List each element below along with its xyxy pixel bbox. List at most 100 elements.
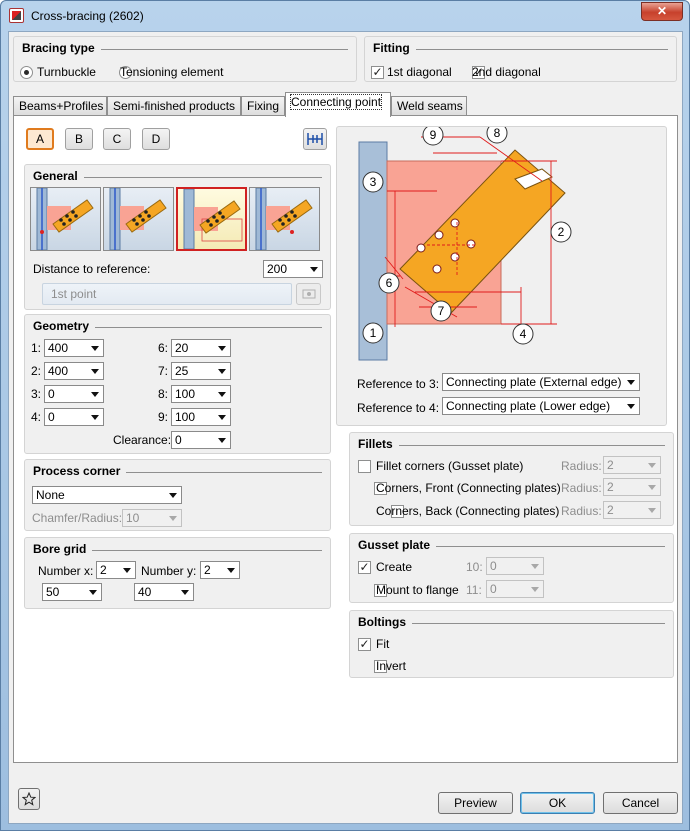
pick-point-button <box>296 283 321 305</box>
gusset-plate-group: Gusset plate ✓ Create 10: 0 Mount to fla… <box>349 533 674 603</box>
field-10-label: 10: <box>466 560 483 574</box>
preview-button[interactable]: Preview <box>438 792 513 814</box>
geometry-8-label: 8: <box>158 387 169 401</box>
first-point-field: 1st point <box>42 283 292 305</box>
thumbnail-variant-1[interactable] <box>30 187 101 251</box>
geometry-2-label: 2: <box>31 364 42 378</box>
general-title: General <box>33 169 78 183</box>
number-x-combo[interactable]: 2 <box>96 561 136 579</box>
geometry-9-combo[interactable]: 100 <box>171 408 231 426</box>
clearance-label: Clearance: <box>113 433 172 447</box>
geometry-6-combo[interactable]: 20 <box>171 339 231 357</box>
tab-fixing[interactable]: Fixing <box>241 96 285 116</box>
favorites-button[interactable] <box>18 788 40 810</box>
callout-1: 1 <box>370 326 377 340</box>
bracing-type-title: Bracing type <box>22 41 95 55</box>
first-diagonal-checkbox[interactable]: ✓ <box>371 66 384 80</box>
connecting-point-panel: A B C D General Distance to reference: 2… <box>13 115 678 763</box>
corners-back-radius-combo: 2 <box>603 501 661 519</box>
close-button[interactable]: ✕ <box>641 2 683 21</box>
corners-back-radius-label: Radius: <box>561 504 602 518</box>
gusset-create-label[interactable]: Create <box>376 560 412 574</box>
distance-reference-combo[interactable]: 200 <box>263 260 323 278</box>
window-title: Cross-bracing (2602) <box>31 9 144 23</box>
geometry-3-combo[interactable]: 0 <box>44 385 104 403</box>
thumbnail-variant-2[interactable] <box>103 187 174 251</box>
connection-preview-icon <box>36 187 94 251</box>
gusset-create-checkbox[interactable]: ✓ <box>358 561 371 575</box>
number-y-label: Number y: <box>141 564 197 578</box>
field-11-combo: 0 <box>486 580 544 598</box>
process-corner-combo[interactable]: None <box>32 486 182 504</box>
mount-flange-label[interactable]: Mount to flange <box>376 583 459 597</box>
thumbnail-variant-3[interactable] <box>176 187 247 251</box>
spacing-y-combo[interactable]: 40 <box>134 583 194 601</box>
reference-3-label: Reference to 3: <box>357 377 440 391</box>
geometry-4-label: 4: <box>31 410 42 424</box>
geometry-9-label: 9: <box>158 410 169 424</box>
process-corner-title: Process corner <box>33 464 121 478</box>
spacing-x-combo[interactable]: 50 <box>42 583 102 601</box>
fillet-corners-checkbox[interactable] <box>358 460 371 474</box>
geometry-8-combo[interactable]: 100 <box>171 385 231 403</box>
geometry-4-combo[interactable]: 0 <box>44 408 104 426</box>
reference-3-combo[interactable]: Connecting plate (External edge) <box>442 373 640 391</box>
first-diagonal-label[interactable]: 1st diagonal <box>387 65 452 79</box>
chamfer-radius-combo: 10 <box>122 509 182 527</box>
callout-3: 3 <box>370 175 377 189</box>
tensioning-element-label[interactable]: Tensioning element <box>120 65 223 79</box>
ok-button[interactable]: OK <box>520 792 595 814</box>
tab-weld-seams[interactable]: Weld seams <box>391 96 467 116</box>
fillets-group: Fillets Fillet corners (Gusset plate) Ra… <box>349 432 674 526</box>
geometry-1-combo[interactable]: 400 <box>44 339 104 357</box>
app-icon <box>9 8 24 23</box>
corners-back-label[interactable]: Corners, Back (Connecting plates) <box>376 504 559 518</box>
geometry-7-combo[interactable]: 25 <box>171 362 231 380</box>
variant-c-button[interactable]: C <box>103 128 131 150</box>
callout-7: 7 <box>438 304 445 318</box>
geometry-7-label: 7: <box>158 364 169 378</box>
fillet-corners-radius-combo: 2 <box>603 456 661 474</box>
dialog-window: Cross-bracing (2602) ✕ Bracing type Turn… <box>0 0 690 831</box>
cancel-button[interactable]: Cancel <box>603 792 678 814</box>
geometry-2-combo[interactable]: 400 <box>44 362 104 380</box>
connection-diagram-group: 1 2 3 4 6 7 8 9 Reference to 3: Connecti… <box>336 126 667 426</box>
fit-checkbox[interactable]: ✓ <box>358 638 371 652</box>
tab-semi-finished-products[interactable]: Semi-finished products <box>107 96 241 116</box>
connection-diagram: 1 2 3 4 6 7 8 9 <box>358 127 572 361</box>
fillet-corners-label[interactable]: Fillet corners (Gusset plate) <box>376 459 523 473</box>
star-icon <box>21 791 37 806</box>
variant-a-button[interactable]: A <box>26 128 54 150</box>
tab-connecting-point[interactable]: Connecting point <box>285 92 391 117</box>
geometry-group: Geometry 1: 400 2: 400 3: 0 4: 0 6: 20 7… <box>24 314 331 454</box>
callout-2: 2 <box>558 225 565 239</box>
fit-label[interactable]: Fit <box>376 637 389 651</box>
geometry-title: Geometry <box>33 319 90 333</box>
pick-point-icon <box>302 289 315 299</box>
bracing-type-group: Bracing type Turnbuckle Tensioning eleme… <box>13 36 357 82</box>
chamfer-radius-label: Chamfer/Radius: <box>32 511 123 525</box>
fillet-corners-radius-label: Radius: <box>561 459 602 473</box>
turnbuckle-label[interactable]: Turnbuckle <box>37 65 96 79</box>
number-y-combo[interactable]: 2 <box>200 561 240 579</box>
invert-label[interactable]: Invert <box>376 659 406 673</box>
geometry-3-label: 3: <box>31 387 42 401</box>
dimension-toggle-button[interactable] <box>303 128 327 150</box>
reference-4-label: Reference to 4: <box>357 401 440 415</box>
tab-connecting-point-label: Connecting point <box>289 94 383 110</box>
bore-grid-group: Bore grid Number x: 2 Number y: 2 50 40 <box>24 537 331 609</box>
turnbuckle-radio[interactable] <box>20 66 33 80</box>
title-bar: Cross-bracing (2602) ✕ <box>1 1 689 31</box>
callout-4: 4 <box>520 327 527 341</box>
variant-d-button[interactable]: D <box>142 128 170 150</box>
fitting-title: Fitting <box>373 41 410 55</box>
second-diagonal-label[interactable]: 2nd diagonal <box>472 65 541 79</box>
thumbnail-variant-4[interactable] <box>249 187 320 251</box>
variant-b-button[interactable]: B <box>65 128 93 150</box>
boltings-group: Boltings ✓ Fit Invert <box>349 610 674 678</box>
reference-4-combo[interactable]: Connecting plate (Lower edge) <box>442 397 640 415</box>
dialog-client: Bracing type Turnbuckle Tensioning eleme… <box>8 31 683 824</box>
clearance-combo[interactable]: 0 <box>171 431 231 449</box>
corners-front-label[interactable]: Corners, Front (Connecting plates) <box>376 481 561 495</box>
tab-beams-profiles[interactable]: Beams+Profiles <box>13 96 107 116</box>
